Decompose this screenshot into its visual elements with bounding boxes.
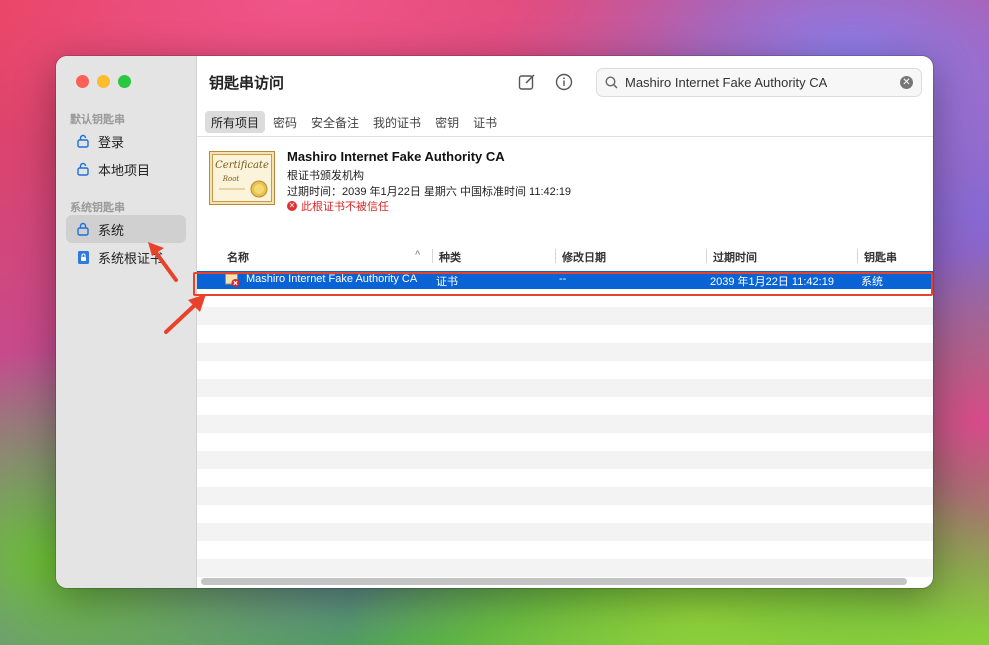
sidebar-item-label: 登录 [98, 134, 125, 150]
sort-ascending-icon: ^ [415, 249, 421, 259]
sidebar-item-local[interactable]: 本地项目 [66, 155, 186, 183]
sidebar-item-label: 系统根证书 [98, 250, 164, 266]
certificate-untrusted-icon [225, 273, 240, 287]
search-input[interactable]: Mashiro Internet Fake Authority CA [625, 75, 827, 90]
trust-warning-text: 此根证书不被信任 [301, 201, 389, 213]
sidebar-item-system[interactable]: 系统 [66, 215, 186, 243]
empty-row [197, 523, 933, 541]
traffic-lights [76, 75, 131, 88]
zoom-window-button[interactable] [118, 75, 131, 88]
divider [197, 136, 933, 137]
empty-row [197, 379, 933, 397]
sidebar-item-system-roots[interactable]: 系统根证书 [66, 243, 186, 271]
items-table: 名称 ^ 种类 修改日期 过期时间 钥匙串 Mashiro Internet F… [197, 243, 933, 588]
empty-row [197, 541, 933, 559]
main-pane: 钥匙串访问 Mashiro Internet Fake Authority CA… [197, 56, 933, 588]
column-header-kind[interactable]: 种类 [432, 249, 555, 264]
lock-open-icon [76, 161, 90, 177]
sidebar-item-login[interactable]: 登录 [66, 127, 186, 155]
certificate-title: Certificate [215, 160, 269, 171]
keychain-window: 默认钥匙串 登录 本地项目 系统钥匙串 系统 系统根证书 钥匙串访问 Mashi… [56, 56, 933, 588]
empty-row [197, 307, 933, 325]
empty-row [197, 397, 933, 415]
row-kind: 证书 [436, 276, 458, 288]
sidebar: 默认钥匙串 登录 本地项目 系统钥匙串 系统 系统根证书 [56, 56, 197, 588]
tab-my-certificates[interactable]: 我的证书 [367, 111, 427, 133]
empty-row [197, 505, 933, 523]
empty-row [197, 325, 933, 343]
column-header-name[interactable]: 名称 ^ [221, 249, 431, 264]
lock-cabinet-icon [76, 249, 90, 265]
column-header-keychain[interactable]: 钥匙串 [857, 249, 933, 264]
column-header-expires[interactable]: 过期时间 [706, 249, 857, 264]
sidebar-section-default: 默认钥匙串 [70, 114, 125, 126]
search-field[interactable]: Mashiro Internet Fake Authority CA ✕ [596, 68, 922, 97]
certificate-expiry: 过期时间：2039 年1月22日 星期六 中国标准时间 11:42:19 [287, 186, 572, 198]
trust-warning: ✕ 此根证书不被信任 [287, 198, 389, 214]
tab-keys[interactable]: 密钥 [429, 111, 465, 133]
compose-icon[interactable] [517, 72, 537, 92]
minimize-window-button[interactable] [97, 75, 110, 88]
empty-row [197, 289, 933, 307]
empty-row [197, 433, 933, 451]
horizontal-scrollbar[interactable] [201, 578, 907, 585]
sidebar-item-label: 系统 [98, 222, 125, 238]
window-title: 钥匙串访问 [209, 75, 285, 92]
certificate-icon: Certificate Root [209, 151, 275, 205]
info-icon[interactable] [554, 72, 574, 92]
empty-row [197, 415, 933, 433]
certificate-name: Mashiro Internet Fake Authority CA [287, 149, 505, 164]
sidebar-section-system: 系统钥匙串 [70, 202, 125, 214]
certificate-type: 根证书颁发机构 [287, 170, 364, 182]
empty-row [197, 451, 933, 469]
row-modified: -- [559, 273, 567, 285]
empty-row [197, 469, 933, 487]
table-rows: Mashiro Internet Fake Authority CA 证书 --… [197, 271, 933, 577]
close-window-button[interactable] [76, 75, 89, 88]
clear-search-icon[interactable]: ✕ [900, 76, 913, 89]
lock-open-icon [76, 133, 90, 149]
category-tabs: 所有项目 密码 安全备注 我的证书 密钥 证书 [205, 111, 503, 133]
certificate-subtitle: Root [222, 175, 240, 183]
table-header: 名称 ^ 种类 修改日期 过期时间 钥匙串 [197, 243, 933, 269]
search-icon [605, 76, 618, 89]
tab-all-items[interactable]: 所有项目 [205, 111, 266, 133]
tab-passwords[interactable]: 密码 [267, 111, 303, 133]
column-header-modified[interactable]: 修改日期 [555, 249, 706, 264]
lock-icon [76, 221, 90, 237]
row-name: Mashiro Internet Fake Authority CA [246, 273, 418, 285]
empty-row [197, 559, 933, 577]
error-icon: ✕ [287, 201, 297, 211]
tab-secure-notes[interactable]: 安全备注 [305, 111, 365, 133]
sidebar-item-label: 本地项目 [98, 162, 151, 178]
empty-row [197, 343, 933, 361]
empty-row [197, 487, 933, 505]
row-expires: 2039 年1月22日 11:42:19 [710, 276, 834, 288]
empty-row [197, 361, 933, 379]
row-keychain: 系统 [861, 276, 883, 288]
table-row[interactable]: Mashiro Internet Fake Authority CA 证书 --… [197, 271, 933, 289]
tab-certificates[interactable]: 证书 [467, 111, 503, 133]
